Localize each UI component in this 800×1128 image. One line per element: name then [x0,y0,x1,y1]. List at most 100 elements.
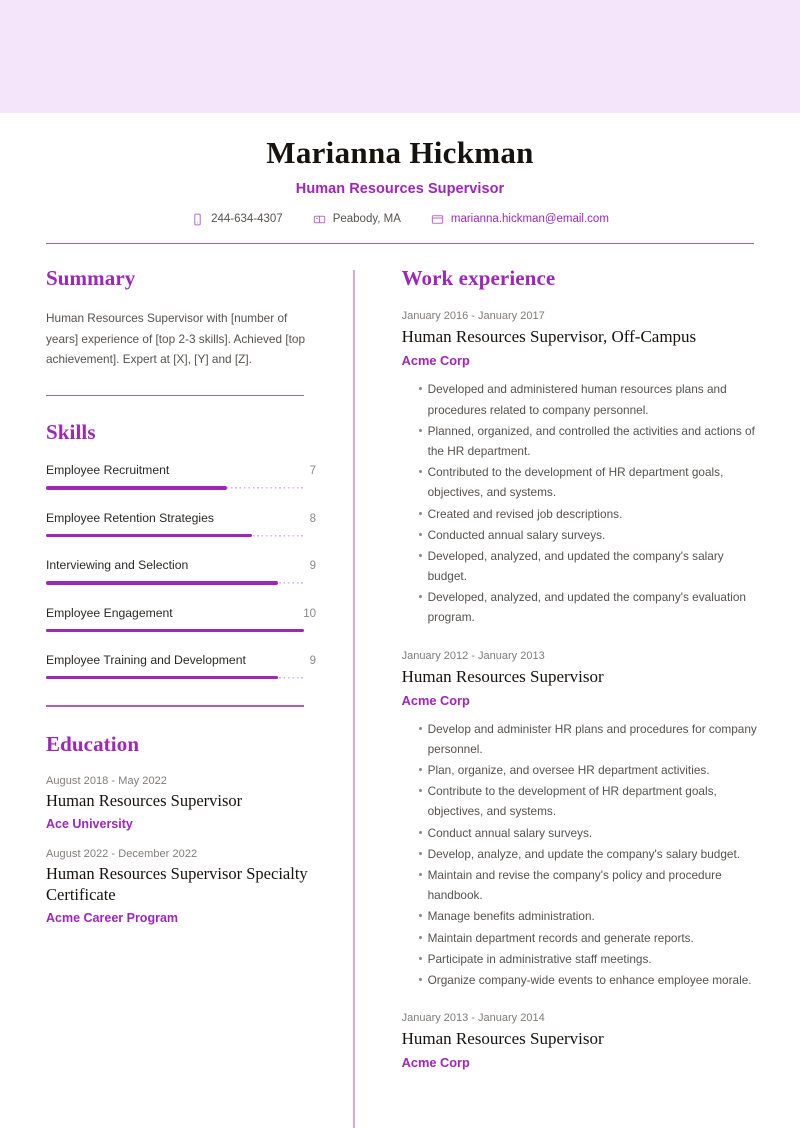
jobs-list: January 2016 - January 2017 Human Resourc… [402,310,760,1070]
skill-bar-fill [46,486,227,490]
skill-row: Employee Retention Strategies 8 [46,511,316,525]
skill-item: Employee Retention Strategies 8 [46,511,316,538]
phone-icon [191,213,204,226]
skill-score: 10 [303,607,316,620]
education-school: Acme Career Program [46,910,179,925]
education-heading: Education [46,731,140,756]
skill-name: Employee Engagement [46,605,173,620]
skill-item: Interviewing and Selection 9 [46,558,316,585]
education-degree: Human Resources Supervisor [46,790,243,810]
job-date: January 2013 - January 2014 [401,1012,545,1025]
top-banner [0,0,800,113]
skill-row: Employee Recruitment 7 [46,463,316,477]
job-bullet: Participate in administrative staff meet… [418,949,760,969]
contact-phone-value: 244-634-4307 [211,213,283,226]
education-item: August 2018 - May 2022 Human Resources Su… [46,775,316,831]
skill-bar [46,675,304,680]
job-role: Human Resources Supervisor [401,1029,604,1049]
job-bullet: Conducted annual salary surveys. [418,525,760,545]
skill-score: 8 [309,512,316,525]
contact-phone: 244-634-4307 [191,213,283,226]
skill-bar-fill [46,581,279,585]
job-date: January 2012 - January 2013 [401,649,545,662]
summary-heading: Summary [46,266,136,291]
resume-header: Marianna Hickman Human Resources Supervi… [0,113,800,226]
skill-name: Employee Recruitment [46,463,170,478]
education-item: August 2022 - December 2022 Human Resourc… [46,848,316,925]
skill-bar [46,628,304,632]
job-bullet: Developed, analyzed, and updated the com… [418,587,760,627]
job-bullet: Created and revised job descriptions. [418,504,760,524]
job-bullet: Planned, organized, and controlled the a… [418,421,760,461]
page-title: Marianna Hickman [266,135,534,170]
job-bullet: Developed, analyzed, and updated the com… [418,546,760,586]
job-company: Acme Corp [401,692,470,708]
skill-row: Employee Training and Development 9 [46,653,316,667]
job-bullet: Organize company-wide events to enhance … [418,970,760,990]
job-role: Human Resources Supervisor, Off-Campus [401,327,697,347]
header-divider [46,242,754,245]
skill-bar-fill [46,675,279,680]
skill-bar-fill [46,533,253,538]
summary-section: Summary Human Resources Supervisor with … [46,266,316,397]
section-divider [46,705,304,707]
skill-bar [46,486,304,490]
job-entry: January 2012 - January 2013 Human Resourc… [402,650,760,990]
contact-location: Peabody, MA [313,213,401,226]
skill-row: Interviewing and Selection 9 [46,558,316,572]
education-school: Ace University [46,816,133,831]
skill-row: Employee Engagement 10 [46,606,316,620]
job-bullets: Developed and administered human resourc… [402,379,760,627]
resume-columns: Summary Human Resources Supervisor with … [0,266,800,1128]
education-date: August 2018 - May 2022 [46,774,167,787]
main-column: Work experience January 2016 - January 2… [355,266,760,1128]
summary-text: Human Resources Supervisor with [number … [46,311,306,366]
job-bullet: Maintain department records and generate… [418,928,760,948]
work-experience-heading: Work experience [401,266,556,291]
skill-name: Employee Retention Strategies [46,510,215,525]
resume-page: Marianna Hickman Human Resources Supervi… [0,0,800,1128]
skill-bar-fill [46,628,304,632]
job-bullet: Contribute to the development of HR depa… [418,781,760,821]
skills-list: Employee Recruitment 7 Employee Retention … [46,463,316,680]
skill-score: 9 [309,560,316,573]
job-bullet: Manage benefits administration. [418,906,760,926]
skill-bar [46,581,304,585]
skill-name: Interviewing and Selection [46,558,189,573]
section-divider [46,395,304,397]
job-company: Acme Corp [401,1055,470,1071]
job-bullet: Plan, organize, and oversee HR departmen… [418,760,760,780]
email-icon [431,213,444,226]
skill-item: Employee Engagement 10 [46,606,316,632]
job-bullet: Conduct annual salary surveys. [418,823,760,843]
job-bullets: Develop and administer HR plans and proc… [402,719,760,990]
education-section: Education August 2018 - May 2022 Human Re… [46,732,316,925]
skill-bar [46,533,304,538]
job-company: Acme Corp [401,353,470,369]
contact-email[interactable]: marianna.hickman@email.com [431,213,609,226]
education-list: August 2018 - May 2022 Human Resources Su… [46,775,316,925]
location-icon [313,213,326,226]
skill-item: Employee Training and Development 9 [46,653,316,680]
contact-email-value: marianna.hickman@email.com [450,213,609,226]
education-date: August 2022 - December 2022 [46,847,198,860]
skill-score: 9 [309,654,316,667]
job-role: Human Resources Supervisor [401,666,604,686]
work-experience-section: Work experience January 2016 - January 2… [402,266,760,1070]
skills-section: Skills Employee Recruitment 7 Employee Ret… [46,420,316,707]
skill-score: 7 [309,465,316,478]
job-bullet: Develop, analyze, and update the company… [418,844,760,864]
contact-location-value: Peabody, MA [332,213,401,226]
job-bullet: Contributed to the development of HR dep… [418,462,760,502]
job-date: January 2016 - January 2017 [401,310,545,323]
skill-name: Employee Training and Development [46,652,246,667]
education-degree: Human Resources Supervisor Specialty Cer… [46,863,308,904]
job-entry: January 2016 - January 2017 Human Resourc… [402,310,760,627]
header-job-title: Human Resources Supervisor [295,180,505,197]
skill-item: Employee Recruitment 7 [46,463,316,490]
skills-heading: Skills [46,420,96,445]
job-entry: January 2013 - January 2014 Human Resourc… [402,1012,760,1070]
job-bullet: Developed and administered human resourc… [418,379,760,419]
job-bullet: Maintain and revise the company's policy… [418,865,760,905]
sidebar-column: Summary Human Resources Supervisor with … [46,266,326,1128]
